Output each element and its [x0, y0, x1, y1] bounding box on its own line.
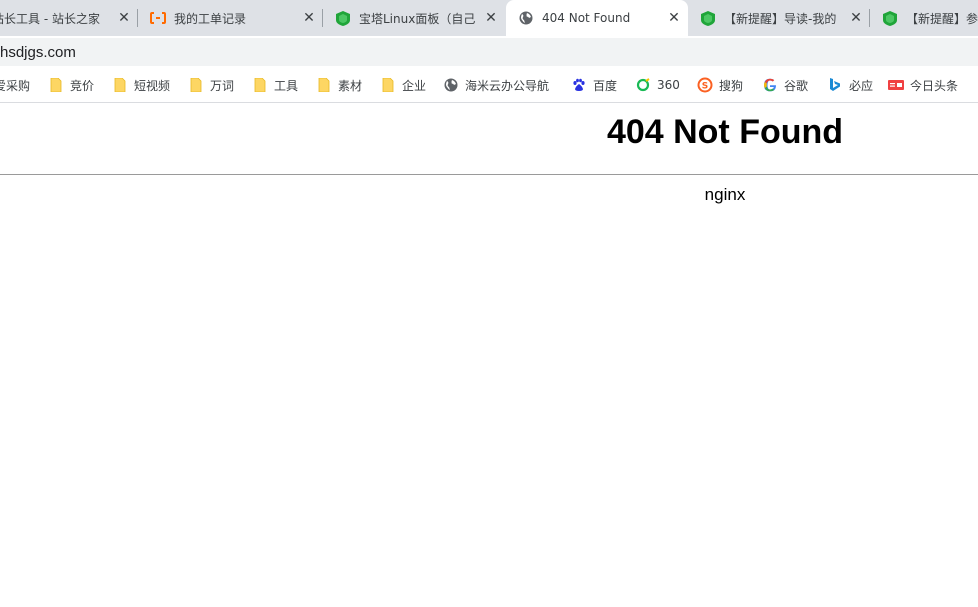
tab-bt-panel[interactable]: 宝塔Linux面板（自己 ✕ [323, 0, 505, 36]
bookmark-bing[interactable]: 必应 [827, 75, 873, 95]
bt-panel-favicon-icon [882, 10, 898, 26]
bookmark-label: 必应 [849, 78, 874, 93]
bookmark-label: 爱采购 [0, 78, 31, 93]
bookmark-label: 素材 [338, 78, 363, 93]
bookmarks-bar: 爱采购 竞价 短视频 万词 工具 素材 企业 海米云办公导航 [0, 67, 978, 103]
folder-icon [188, 77, 204, 93]
bookmark-toutiao[interactable]: 今日头条 [888, 75, 958, 95]
page-content: 404 Not Found nginx [0, 103, 978, 607]
bookmark-qiye[interactable]: 企业 [380, 75, 426, 95]
bookmark-aicaigou[interactable]: 爱采购 [0, 75, 30, 95]
folder-icon [112, 77, 128, 93]
sogou-icon: S [697, 77, 713, 93]
globe-icon [443, 77, 459, 93]
tab-title: 【新提醒】导读-我的 [724, 11, 837, 26]
bing-icon [827, 77, 843, 93]
folder-icon [316, 77, 332, 93]
close-icon[interactable]: ✕ [848, 10, 864, 26]
bookmark-wanci[interactable]: 万词 [188, 75, 234, 95]
tab-reminder-2[interactable]: 【新提醒】参 [870, 0, 978, 36]
bookmark-gongju[interactable]: 工具 [252, 75, 298, 95]
close-icon[interactable]: ✕ [116, 10, 132, 26]
bookmark-label: 万词 [210, 78, 235, 93]
bookmark-sogou[interactable]: S 搜狗 [697, 75, 743, 95]
close-icon[interactable]: ✕ [483, 10, 499, 26]
error-heading: 404 Not Found [606, 113, 844, 151]
browser-window: 站长工具 - 站长之家 ✕ 我的工单记录 ✕ 宝塔Linux面板（自己 ✕ 40… [0, 0, 978, 607]
baidu-icon [571, 77, 587, 93]
horizontal-rule [0, 174, 978, 175]
tab-404-active[interactable]: 404 Not Found ✕ [506, 0, 688, 36]
bookmark-label: 百度 [593, 78, 618, 93]
address-bar[interactable]: hsdjgs.com [0, 38, 978, 66]
close-icon[interactable]: ✕ [301, 10, 317, 26]
svg-text:S: S [702, 82, 708, 92]
bt-panel-favicon-icon [335, 10, 351, 26]
bookmark-jingjia[interactable]: 竞价 [48, 75, 94, 95]
bookmark-label: 工具 [274, 78, 299, 93]
bookmark-label: 短视频 [134, 78, 171, 93]
bookmark-label: 企业 [402, 78, 427, 93]
bookmark-haimiyun[interactable]: 海米云办公导航 [443, 75, 549, 95]
tab-title: 404 Not Found [542, 11, 631, 25]
bookmark-google[interactable]: 谷歌 [762, 75, 808, 95]
server-name: nginx [704, 185, 746, 204]
tab-title: 宝塔Linux面板（自己 [359, 11, 476, 26]
bookmark-label: 海米云办公导航 [465, 78, 550, 93]
folder-icon [252, 77, 268, 93]
bookmark-duanshipin[interactable]: 短视频 [112, 75, 170, 95]
folder-icon [48, 77, 64, 93]
aliyun-favicon-icon [150, 10, 166, 26]
tab-work-orders[interactable]: 我的工单记录 ✕ [138, 0, 323, 36]
google-icon [762, 77, 778, 93]
bookmark-label: 360 [657, 78, 680, 92]
bt-panel-favicon-icon [700, 10, 716, 26]
tab-strip: 站长工具 - 站长之家 ✕ 我的工单记录 ✕ 宝塔Linux面板（自己 ✕ 40… [0, 0, 978, 36]
bookmark-sucai[interactable]: 素材 [316, 75, 362, 95]
tab-title: 站长工具 - 站长之家 [0, 11, 100, 26]
globe-icon [518, 10, 534, 26]
tab-reminder-1[interactable]: 【新提醒】导读-我的 ✕ [688, 0, 870, 36]
tab-title: 【新提醒】参 [906, 11, 978, 26]
toutiao-icon [888, 77, 904, 93]
bookmark-label: 今日头条 [910, 78, 959, 93]
url-text[interactable]: hsdjgs.com [0, 44, 76, 61]
bookmark-baidu[interactable]: 百度 [571, 75, 617, 95]
toolbar: hsdjgs.com [0, 36, 978, 67]
bookmark-label: 谷歌 [784, 78, 809, 93]
bookmark-label: 竞价 [70, 78, 95, 93]
bookmark-label: 搜狗 [719, 78, 744, 93]
tab-chinaz[interactable]: 站长工具 - 站长之家 ✕ [0, 0, 138, 36]
360-icon [635, 77, 651, 93]
bookmark-360[interactable]: 360 [635, 75, 680, 95]
close-icon[interactable]: ✕ [666, 10, 682, 26]
folder-icon [380, 77, 396, 93]
tab-title: 我的工单记录 [174, 11, 247, 26]
